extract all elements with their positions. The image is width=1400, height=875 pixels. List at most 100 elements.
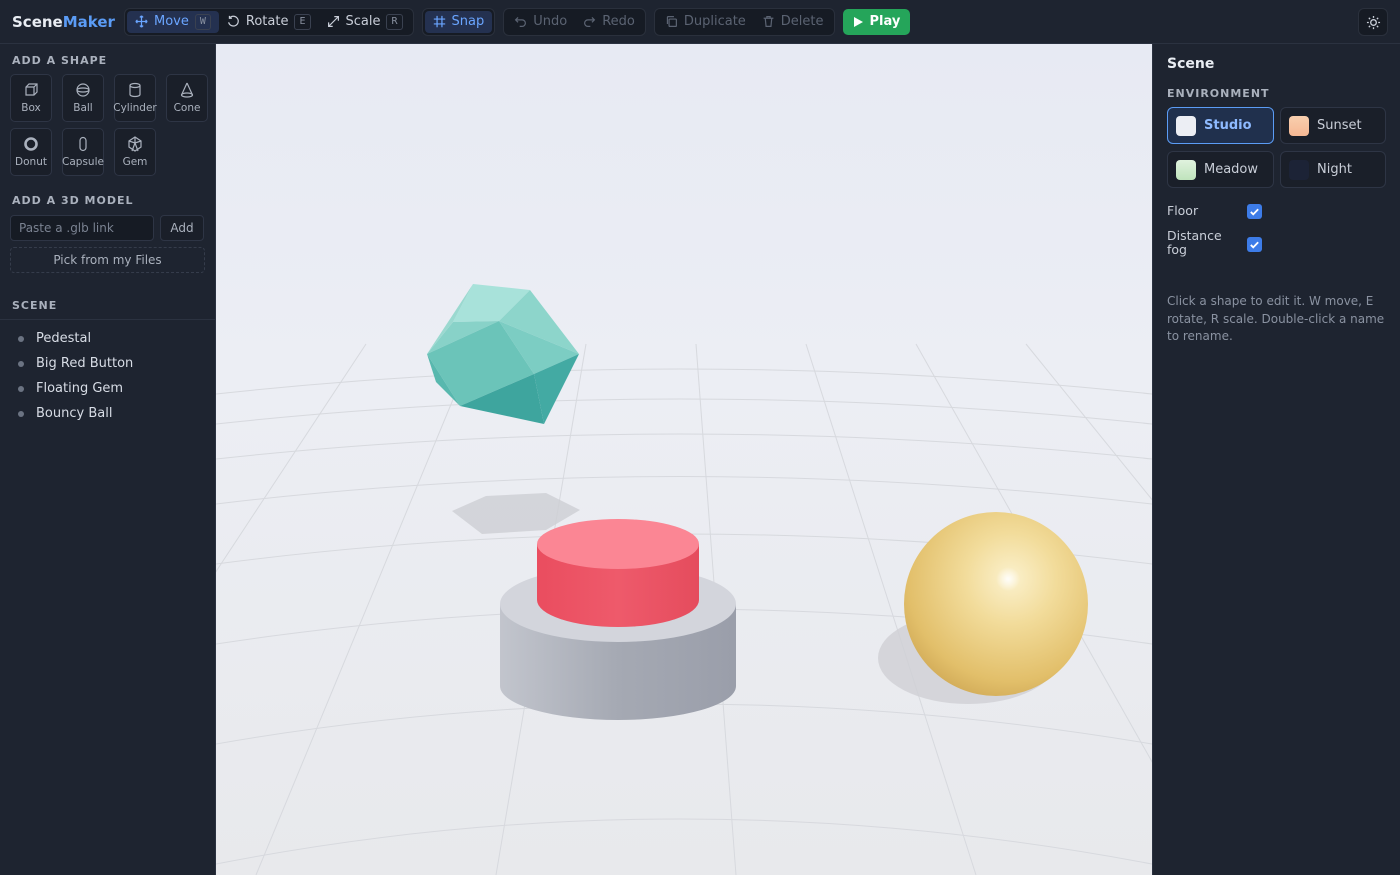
- floor-label: Floor: [1167, 203, 1199, 218]
- env-label: Meadow: [1204, 162, 1259, 177]
- edit-group: Duplicate Delete: [653, 7, 835, 36]
- scene-item-pedestal[interactable]: Pedestal: [0, 326, 215, 351]
- move-label: Move: [154, 14, 189, 29]
- scene-item-label: Floating Gem: [36, 381, 124, 396]
- theme-toggle-button[interactable]: [1358, 8, 1388, 36]
- donut-label: Donut: [15, 156, 47, 168]
- scene-item-floating-gem[interactable]: Floating Gem: [0, 376, 215, 401]
- bouncy-ball[interactable]: [904, 512, 1088, 696]
- night-swatch: [1289, 159, 1309, 180]
- scale-label: Scale: [345, 14, 381, 29]
- scene-item-label: Big Red Button: [36, 356, 134, 371]
- capsule-label: Capsule: [62, 156, 104, 168]
- big-red-button[interactable]: [537, 519, 699, 627]
- snap-group: Snap: [421, 7, 496, 36]
- add-box-button[interactable]: Box: [10, 74, 52, 122]
- scene-outliner: Pedestal Big Red Button Floating Gem Bou…: [0, 326, 215, 426]
- scene-item-bouncy-ball[interactable]: Bouncy Ball: [0, 401, 215, 426]
- fog-checkbox[interactable]: [1247, 237, 1262, 252]
- 3d-viewport[interactable]: [216, 44, 1152, 875]
- env-studio-button[interactable]: Studio: [1167, 107, 1274, 144]
- sunset-swatch: [1289, 115, 1309, 136]
- scene-item-big-red-button[interactable]: Big Red Button: [0, 351, 215, 376]
- history-group: Undo Redo: [503, 7, 646, 36]
- pick-file-button[interactable]: Pick from my Files: [10, 247, 205, 273]
- delete-button[interactable]: Delete: [754, 11, 832, 33]
- snap-label: Snap: [451, 14, 485, 29]
- viewport-canvas[interactable]: [216, 44, 1152, 875]
- cylinder-label: Cylinder: [113, 102, 157, 114]
- duplicate-icon: [666, 16, 677, 27]
- env-meadow-button[interactable]: Meadow: [1167, 151, 1274, 188]
- move-icon: [135, 15, 148, 28]
- scale-shortcut: R: [386, 13, 403, 30]
- environment-background: [216, 44, 1152, 875]
- env-label: Studio: [1204, 118, 1252, 133]
- move-shortcut: W: [194, 13, 211, 30]
- play-icon: [853, 16, 863, 27]
- undo-icon: [514, 17, 527, 27]
- cone-icon: [180, 82, 194, 98]
- bullet-icon: [18, 385, 24, 392]
- transform-tools: Move W Rotate E Scale R: [124, 7, 414, 36]
- shape-palette: Box Ball Cylinder Cone Donut Capsule Gem: [10, 74, 215, 176]
- scene-item-label: Bouncy Ball: [36, 406, 113, 421]
- play-button[interactable]: Play: [842, 8, 911, 35]
- duplicate-button[interactable]: Duplicate: [657, 11, 754, 33]
- scale-tool-button[interactable]: Scale R: [319, 11, 411, 33]
- add-donut-button[interactable]: Donut: [10, 128, 52, 176]
- undo-label: Undo: [533, 14, 568, 29]
- play-label: Play: [869, 14, 901, 29]
- add-cylinder-button[interactable]: Cylinder: [113, 74, 157, 122]
- meadow-swatch: [1176, 159, 1196, 180]
- duplicate-label: Duplicate: [683, 14, 746, 29]
- environment-heading: ENVIRONMENT: [1167, 87, 1270, 100]
- redo-icon: [584, 17, 596, 27]
- panel-title: Scene: [1167, 56, 1215, 72]
- glb-link-input[interactable]: [10, 215, 154, 241]
- add-model-heading: ADD A 3D MODEL: [12, 194, 134, 207]
- add-cone-button[interactable]: Cone: [166, 74, 208, 122]
- env-night-button[interactable]: Night: [1280, 151, 1386, 188]
- undo-button[interactable]: Undo: [506, 11, 575, 33]
- delete-label: Delete: [780, 14, 824, 29]
- gem-label: Gem: [122, 156, 148, 168]
- add-gem-button[interactable]: Gem: [114, 128, 156, 176]
- floor-checkbox[interactable]: [1247, 204, 1262, 219]
- snap-toggle[interactable]: Snap: [424, 10, 493, 33]
- redo-label: Redo: [602, 14, 635, 29]
- box-label: Box: [21, 102, 41, 114]
- rotate-label: Rotate: [245, 14, 289, 29]
- add-ball-button[interactable]: Ball: [62, 74, 104, 122]
- checkmark-icon: [1250, 208, 1259, 216]
- cylinder-icon: [129, 82, 141, 98]
- grid-icon: [433, 15, 445, 28]
- env-sunset-button[interactable]: Sunset: [1280, 107, 1386, 144]
- add-capsule-button[interactable]: Capsule: [62, 128, 104, 176]
- capsule-icon: [79, 136, 87, 152]
- bullet-icon: [18, 335, 24, 342]
- env-label: Sunset: [1317, 118, 1362, 133]
- rotate-shortcut: E: [294, 13, 311, 30]
- add-model-button[interactable]: Add: [160, 215, 204, 241]
- floor-option: Floor: [1167, 204, 1400, 219]
- help-text: Click a shape to edit it. W move, E rota…: [1167, 294, 1385, 343]
- environment-options: Studio Sunset Meadow Night: [1167, 107, 1400, 188]
- trash-icon: [763, 16, 774, 27]
- rotate-tool-button[interactable]: Rotate E: [219, 11, 319, 33]
- rotate-icon: [227, 15, 239, 27]
- fog-option: Distance fog: [1167, 229, 1400, 257]
- glb-link-row: Add: [10, 215, 215, 241]
- app-logo: SceneMaker: [12, 12, 115, 31]
- sun-icon: [1366, 15, 1380, 29]
- scene-item-label: Pedestal: [36, 331, 92, 346]
- env-label: Night: [1317, 162, 1352, 177]
- left-sidebar: ADD A SHAPE Box Ball Cylinder Cone Donut…: [0, 44, 216, 875]
- add-shape-heading: ADD A SHAPE: [12, 54, 108, 67]
- move-tool-button[interactable]: Move W: [127, 10, 219, 33]
- box-icon: [25, 83, 38, 96]
- bullet-icon: [18, 410, 24, 417]
- redo-button[interactable]: Redo: [575, 11, 643, 33]
- ball-label: Ball: [73, 102, 93, 114]
- gem-icon: [128, 136, 142, 152]
